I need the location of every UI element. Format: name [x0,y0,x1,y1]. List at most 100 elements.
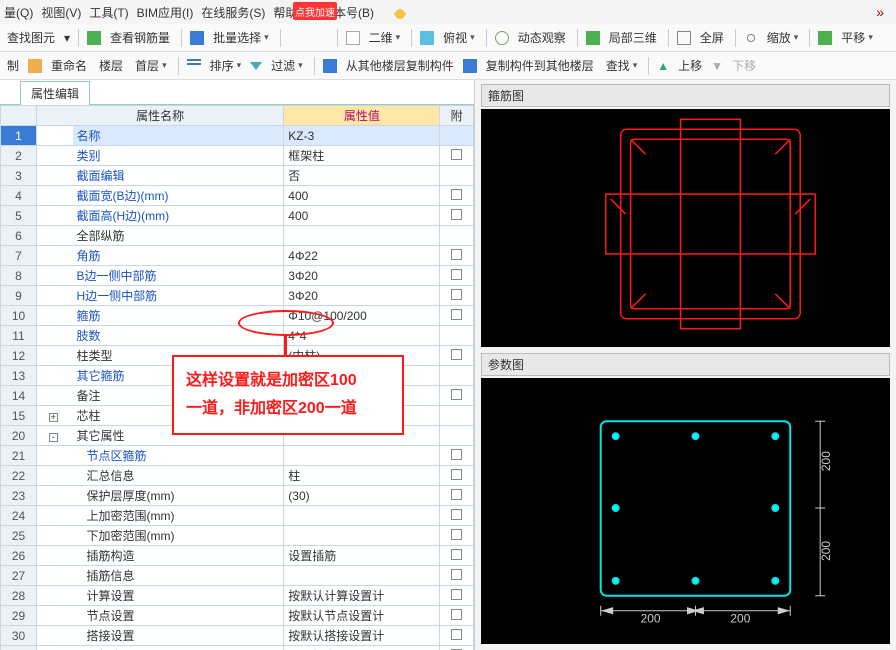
checkbox-icon[interactable] [451,549,462,560]
menu-item[interactable]: 量(Q) [4,4,33,21]
table-row[interactable]: 20-其它属性 [1,426,474,446]
fullscreen-button[interactable]: 全屏 [697,28,727,47]
checkbox-icon[interactable] [451,349,462,360]
prop-att[interactable] [440,386,474,406]
checkbox-icon[interactable] [451,609,462,620]
checkbox-icon[interactable] [451,309,462,320]
batch-select-button[interactable]: 批量选择 [210,28,272,47]
floor-dropdown[interactable]: 首层 [132,56,170,75]
prop-value[interactable] [284,446,440,466]
ortho-button[interactable]: 俯视 [440,28,478,47]
filter-button[interactable]: 过滤 [268,56,306,75]
table-row[interactable]: 29节点设置按默认节点设置计 [1,606,474,626]
prop-att[interactable] [440,226,474,246]
rename-button[interactable]: 重命名 [48,56,90,75]
move-down-button[interactable]: 下移 [729,56,759,75]
table-row[interactable]: 3截面编辑否 [1,166,474,186]
prop-att[interactable] [440,426,474,446]
expand-icon[interactable]: + [49,413,58,422]
prop-att[interactable] [440,626,474,646]
prop-att[interactable] [440,606,474,626]
table-row[interactable]: 21节点区箍筋 [1,446,474,466]
prop-value[interactable]: 按默认节点设置计 [284,606,440,626]
checkbox-icon[interactable] [451,269,462,280]
table-row[interactable]: 27插筋信息 [1,566,474,586]
prop-att[interactable] [440,566,474,586]
table-row[interactable]: 10箍筋Φ10@100/200 [1,306,474,326]
prop-value[interactable] [284,406,440,426]
prop-att[interactable] [440,346,474,366]
checkbox-icon[interactable] [451,209,462,220]
prop-value[interactable]: 按默认计算设置计 [284,586,440,606]
prop-att[interactable] [440,286,474,306]
expand-icon[interactable]: - [49,433,58,442]
table-row[interactable]: 9H边一侧中部筋3Φ20 [1,286,474,306]
prop-value[interactable]: (中柱) [284,346,440,366]
prop-att[interactable] [440,366,474,386]
table-row[interactable]: 15+芯柱 [1,406,474,426]
checkbox-icon[interactable] [451,189,462,200]
prop-value[interactable]: 4Φ22 [284,246,440,266]
find-button[interactable]: 查找 [603,56,641,75]
checkbox-icon[interactable] [451,249,462,260]
table-row[interactable]: 31顶标高(m)层顶标高 [1,646,474,650]
prop-value[interactable]: 3Φ20 [284,286,440,306]
table-row[interactable]: 5截面高(H边)(mm)400 [1,206,474,226]
view-mode-dropdown[interactable]: 二维 [366,28,404,47]
prop-value[interactable] [284,526,440,546]
table-row[interactable]: 12柱类型(中柱) [1,346,474,366]
prop-att[interactable] [440,306,474,326]
table-row[interactable]: 23保护层厚度(mm)(30) [1,486,474,506]
prop-att[interactable] [440,526,474,546]
prop-att[interactable] [440,506,474,526]
prop-value[interactable] [284,226,440,246]
prop-value[interactable]: 柱 [284,466,440,486]
table-row[interactable]: 28计算设置按默认计算设置计 [1,586,474,606]
prop-value[interactable]: 否 [284,166,440,186]
checkbox-icon[interactable] [451,449,462,460]
table-row[interactable]: 30搭接设置按默认搭接设置计 [1,626,474,646]
table-row[interactable]: 13其它箍筋 [1,366,474,386]
prop-att[interactable] [440,446,474,466]
checkbox-icon[interactable] [451,389,462,400]
sort-button[interactable]: 排序 [207,56,245,75]
prop-att[interactable] [440,206,474,226]
copy-from-button[interactable]: 从其他楼层复制构件 [343,56,457,75]
prop-att[interactable] [440,326,474,346]
prop-att[interactable] [440,186,474,206]
checkbox-icon[interactable] [451,589,462,600]
prop-value[interactable]: 按默认搭接设置计 [284,626,440,646]
table-row[interactable]: 7角筋4Φ22 [1,246,474,266]
prop-value[interactable] [284,426,440,446]
prop-att[interactable] [440,586,474,606]
prop-value[interactable]: 框架柱 [284,146,440,166]
prop-att[interactable] [440,646,474,650]
prop-value[interactable]: 3Φ20 [284,266,440,286]
prop-value[interactable]: Φ10@100/200 [284,306,440,326]
table-row[interactable]: 2类别框架柱 [1,146,474,166]
table-row[interactable]: 24上加密范围(mm) [1,506,474,526]
prop-value[interactable]: (30) [284,486,440,506]
prop-att[interactable] [440,126,474,146]
menu-item[interactable]: 工具(T) [89,4,128,21]
checkbox-icon[interactable] [451,289,462,300]
table-row[interactable]: 1名称KZ-3 [1,126,474,146]
table-row[interactable]: 26插筋构造设置插筋 [1,546,474,566]
checkbox-icon[interactable] [451,629,462,640]
local3d-button[interactable]: 局部三维 [606,28,660,47]
move-up-button[interactable]: 上移 [675,56,705,75]
checkbox-icon[interactable] [451,469,462,480]
prop-value[interactable] [284,386,440,406]
prop-value[interactable]: 400 [284,206,440,226]
prop-att[interactable] [440,546,474,566]
checkbox-icon[interactable] [451,529,462,540]
collapse-icon[interactable]: » [876,4,884,20]
tab-properties[interactable]: 属性编辑 [20,81,90,105]
view-rebar-button[interactable]: 查看钢筋量 [107,28,173,47]
prop-att[interactable] [440,166,474,186]
table-row[interactable]: 8B边一侧中部筋3Φ20 [1,266,474,286]
table-row[interactable]: 4截面宽(B边)(mm)400 [1,186,474,206]
prop-value[interactable]: 层顶标高 [284,646,440,650]
checkbox-icon[interactable] [451,149,462,160]
checkbox-icon[interactable] [451,569,462,580]
